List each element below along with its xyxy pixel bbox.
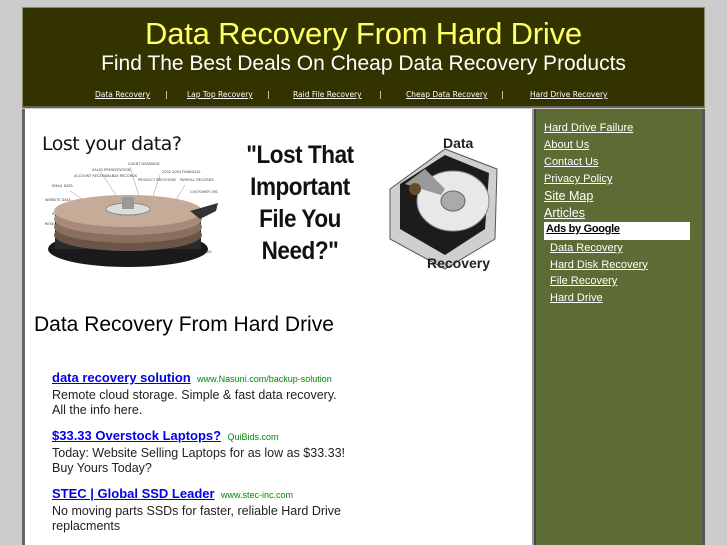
ad-title-link[interactable]: data recovery solution: [52, 370, 191, 385]
ad-item: data recovery solution www.Nasuni.com/ba…: [52, 369, 352, 418]
site-title: Data Recovery From Hard Drive: [145, 16, 582, 51]
sidebar-link-hard-drive-failure[interactable]: Hard Drive Failure: [544, 121, 633, 138]
ad-url[interactable]: www.stec-inc.com: [221, 490, 293, 500]
svg-text:ACCOUNT RECEIVABLE: ACCOUNT RECEIVABLE: [74, 174, 114, 178]
sidebar-ad-hard-disk-recovery[interactable]: Hard Disk Recovery: [550, 258, 648, 275]
nav-separator: |: [267, 90, 270, 99]
svg-text:EMAIL DATA: EMAIL DATA: [52, 184, 73, 188]
ad-title-link[interactable]: STEC | Global SSD Leader: [52, 486, 215, 501]
svg-text:TAX RECORDS: TAX RECORDS: [111, 174, 138, 178]
sidebar-ad-file-recovery[interactable]: File Recovery: [550, 274, 648, 291]
nav-separator: |: [379, 90, 382, 99]
svg-text:CLIENT DATABASE: CLIENT DATABASE: [128, 162, 160, 166]
svg-text:CUSTOMER ORDERS: CUSTOMER ORDERS: [190, 190, 218, 194]
nav-separator: |: [501, 90, 504, 99]
site-subtitle: Find The Best Deals On Cheap Data Recove…: [101, 52, 626, 75]
svg-text:PAYROLL RECORDS: PAYROLL RECORDS: [180, 178, 214, 182]
sidebar-link-articles[interactable]: Articles: [544, 206, 633, 223]
nav-link-laptop-recovery[interactable]: Lap Top Recovery: [187, 90, 253, 99]
ad-item: $33.33 Overstock Laptops? QuiBids.com To…: [52, 427, 352, 476]
svg-text:WEBSITE DATA: WEBSITE DATA: [45, 198, 71, 202]
sidebar-ad-links: Data Recovery Hard Disk Recovery File Re…: [550, 241, 648, 307]
top-navigation: Data Recovery | Lap Top Recovery | Raid …: [23, 90, 704, 104]
svg-text:2002-2004 FINANCIAL: 2002-2004 FINANCIAL: [162, 170, 201, 174]
nav-link-raid-file-recovery[interactable]: Raid File Recovery: [293, 90, 362, 99]
ad-description: Remote cloud storage. Simple & fast data…: [52, 388, 337, 417]
ad-item: STEC | Global SSD Leader www.stec-inc.co…: [52, 485, 352, 534]
ads-by-google-label[interactable]: Ads by Google: [544, 222, 690, 240]
data-label: Data: [443, 135, 474, 151]
ad-description: Today: Website Selling Laptops for as lo…: [52, 446, 345, 475]
main-content: Lost your data? CLIENT DATABASE SALES PRE…: [22, 109, 534, 545]
banner: Lost your data? CLIENT DATABASE SALES PRE…: [25, 109, 530, 284]
nav-separator: |: [165, 90, 168, 99]
hard-drive-platter-icon: CLIENT DATABASE SALES PRESENTATION ACCOUN…: [45, 162, 218, 267]
svg-text:SALES PRESENTATION: SALES PRESENTATION: [92, 168, 131, 172]
nav-link-data-recovery[interactable]: Data Recovery: [95, 90, 150, 99]
page-heading: Data Recovery From Hard Drive: [34, 313, 334, 336]
sidebar-ad-data-recovery[interactable]: Data Recovery: [550, 241, 648, 258]
ad-url[interactable]: QuiBids.com: [228, 432, 279, 442]
nav-link-cheap-data-recovery[interactable]: Cheap Data Recovery: [406, 90, 487, 99]
lost-file-quote: "Lost That Important File You Need?": [246, 141, 354, 265]
lost-your-data-image: Lost your data? CLIENT DATABASE SALES PRE…: [40, 131, 218, 276]
sidebar-link-contact-us[interactable]: Contact Us: [544, 155, 633, 172]
nav-link-hard-drive-recovery[interactable]: Hard Drive Recovery: [530, 90, 608, 99]
ad-description: No moving parts SSDs for faster, reliabl…: [52, 504, 341, 533]
ad-list: data recovery solution www.Nasuni.com/ba…: [52, 369, 352, 543]
data-recovery-image: Data Recovery: [385, 129, 500, 274]
site-header: Data Recovery From Hard Drive Find The B…: [22, 7, 705, 108]
sidebar-ad-hard-drive[interactable]: Hard Drive: [550, 291, 648, 308]
ad-url[interactable]: www.Nasuni.com/backup-solution: [197, 374, 332, 384]
sidebar-link-privacy-policy[interactable]: Privacy Policy: [544, 172, 633, 189]
sidebar-link-about-us[interactable]: About Us: [544, 138, 633, 155]
sidebar: Hard Drive Failure About Us Contact Us P…: [534, 109, 705, 545]
recovery-label: Recovery: [427, 255, 491, 271]
svg-text:PRODUCT BROCHURE: PRODUCT BROCHURE: [138, 178, 176, 182]
sidebar-link-site-map[interactable]: Site Map: [544, 189, 633, 206]
ad-title-link[interactable]: $33.33 Overstock Laptops?: [52, 428, 221, 443]
sidebar-links: Hard Drive Failure About Us Contact Us P…: [544, 121, 633, 223]
